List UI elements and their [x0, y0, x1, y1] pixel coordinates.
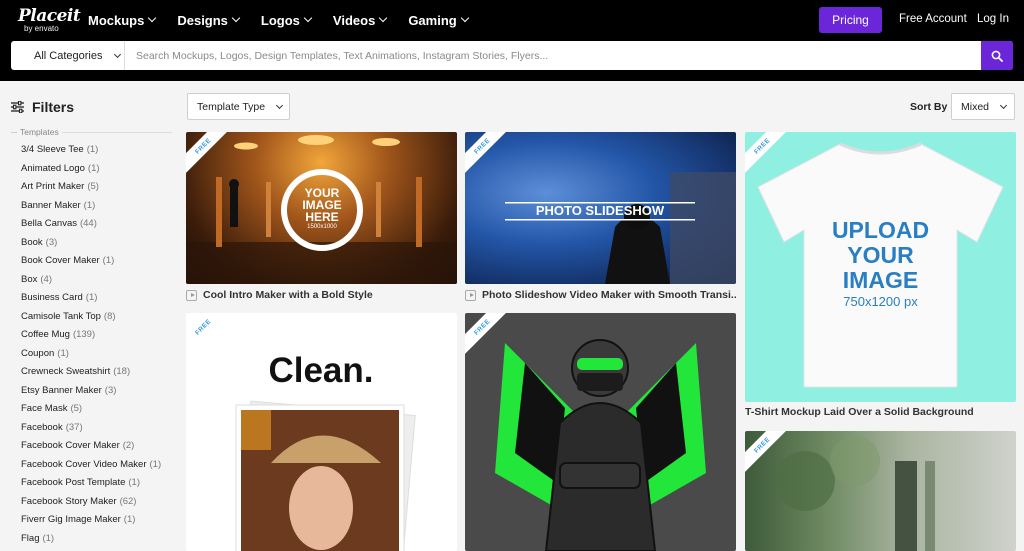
- nav-videos[interactable]: Videos: [333, 13, 388, 28]
- category-item[interactable]: Facebook Cover Maker (2): [21, 437, 161, 456]
- overlay-text: PHOTO SLIDESHOW: [535, 203, 665, 218]
- category-item[interactable]: Facebook (37): [21, 419, 161, 438]
- category-item[interactable]: Facebook Cover Video Maker (1): [21, 456, 161, 475]
- category-item[interactable]: Bella Canvas (44): [21, 215, 161, 234]
- nav-designs[interactable]: Designs: [177, 13, 241, 28]
- login-link[interactable]: Log In: [977, 13, 1009, 25]
- category-item[interactable]: Box (4): [21, 271, 161, 290]
- template-type-select[interactable]: Template Type: [187, 93, 290, 120]
- card-title: Photo Slideshow Video Maker with Smooth …: [465, 289, 736, 301]
- filters-header[interactable]: Filters: [11, 99, 74, 115]
- category-item[interactable]: Coffee Mug (139): [21, 326, 161, 345]
- filters-sidebar: Filters Templates 3/4 Sleeve Tee (1) Anim…: [0, 81, 180, 551]
- category-item[interactable]: Flag (1): [21, 530, 161, 549]
- category-item[interactable]: Art Print Maker (5): [21, 178, 161, 197]
- filters-title: Filters: [32, 99, 75, 115]
- category-item[interactable]: Facebook Story Maker (62): [21, 493, 161, 512]
- top-navbar: Placeit by envato Mockups Designs Logos …: [0, 0, 1024, 81]
- card-thumbnail: FREE: [465, 313, 736, 551]
- chevron-down-icon: [999, 101, 1008, 109]
- chevron-down-icon: [231, 13, 241, 23]
- template-card-photo-slideshow[interactable]: PHOTO SLIDESHOW FREE Photo Slideshow Vid…: [465, 132, 736, 302]
- placeit-logo[interactable]: Placeit by envato: [18, 6, 81, 33]
- gaming-character-graphic: [495, 339, 706, 551]
- nav-gaming[interactable]: Gaming: [408, 13, 469, 28]
- sort-by-label: Sort By: [910, 101, 948, 113]
- sliders-icon: [11, 101, 24, 113]
- category-select[interactable]: All Categories: [11, 41, 125, 70]
- card-thumbnail: FREE: [745, 431, 1016, 551]
- card-title: T-Shirt Mockup Laid Over a Solid Backgro…: [745, 406, 974, 418]
- category-item[interactable]: Animated Logo (1): [21, 160, 161, 179]
- category-item[interactable]: Banner Maker (1): [21, 197, 161, 216]
- chevron-down-icon: [303, 13, 313, 23]
- overlay-subtext: 1500x1000: [307, 224, 337, 230]
- card-thumbnail: YOUR IMAGE HERE 1500x1000 FREE: [186, 132, 457, 284]
- category-item[interactable]: Facebook Post Template (1): [21, 474, 161, 493]
- sort-select[interactable]: Mixed: [951, 93, 1015, 120]
- divider: [62, 132, 172, 133]
- chevron-down-icon: [148, 13, 157, 23]
- divider: [11, 132, 17, 133]
- template-card-blurred-photo[interactable]: FREE: [745, 431, 1016, 551]
- overlay-text: UPLOAD YOUR IMAGE: [831, 217, 930, 293]
- nav-mockups[interactable]: Mockups: [88, 13, 157, 28]
- nav-logos[interactable]: Logos: [261, 13, 313, 28]
- search-input[interactable]: [126, 41, 981, 70]
- blurred-scene-graphic: [775, 436, 935, 551]
- video-play-icon: [186, 289, 197, 301]
- template-category-list: 3/4 Sleeve Tee (1) Animated Logo (1) Art P…: [21, 141, 161, 548]
- category-item[interactable]: Etsy Banner Maker (3): [21, 382, 161, 401]
- category-item[interactable]: Book (3): [21, 234, 161, 253]
- main-nav: Mockups Designs Logos Videos Gaming: [88, 0, 490, 40]
- category-item[interactable]: Crewneck Sweatshirt (18): [21, 363, 161, 382]
- category-item[interactable]: Face Mask (5): [21, 400, 161, 419]
- card-thumbnail: PHOTO SLIDESHOW FREE: [465, 132, 736, 284]
- template-card-tshirt-mockup[interactable]: UPLOAD YOUR IMAGE 750x1200 px FREE T-Shi…: [745, 132, 1016, 422]
- chevron-down-icon: [276, 101, 284, 109]
- chevron-down-icon: [114, 50, 122, 58]
- pricing-button[interactable]: Pricing: [819, 7, 882, 33]
- overlay-subtext: 750x1200 px: [843, 294, 918, 309]
- search-bar: All Categories: [11, 41, 1013, 70]
- card-thumbnail: Clean. FREE: [186, 313, 457, 551]
- free-account-link[interactable]: Free Account: [899, 13, 967, 25]
- template-card-gaming-logo[interactable]: FREE: [465, 313, 736, 551]
- video-play-icon: [465, 289, 476, 301]
- card-title: Cool Intro Maker with a Bold Style: [186, 289, 457, 301]
- templates-section-label: Templates: [20, 127, 59, 137]
- template-card-intro-maker[interactable]: YOUR IMAGE HERE 1500x1000 FREE Cool Intr…: [186, 132, 457, 302]
- photo-collage-graphic: [235, 400, 416, 551]
- category-item[interactable]: Book Cover Maker (1): [21, 252, 161, 271]
- category-item[interactable]: Camisole Tank Top (8): [21, 308, 161, 327]
- card-thumbnail: UPLOAD YOUR IMAGE 750x1200 px FREE: [745, 132, 1016, 402]
- template-card-clean-flyer[interactable]: Clean. FREE: [186, 313, 457, 551]
- category-item[interactable]: Coupon (1): [21, 345, 161, 364]
- chevron-down-icon: [379, 13, 388, 23]
- category-item[interactable]: Business Card (1): [21, 289, 161, 308]
- overlay-text: YOUR IMAGE HERE: [302, 186, 342, 224]
- search-button[interactable]: [981, 41, 1013, 70]
- category-item[interactable]: 3/4 Sleeve Tee (1): [21, 141, 161, 160]
- category-item[interactable]: Fiverr Gig Image Maker (1): [21, 511, 161, 530]
- search-icon: [991, 50, 1003, 62]
- chevron-down-icon: [460, 13, 469, 23]
